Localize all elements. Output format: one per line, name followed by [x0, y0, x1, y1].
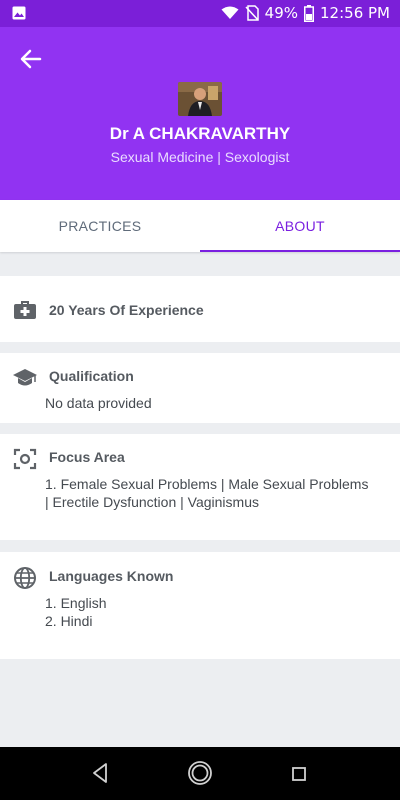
qualification-title: Qualification [49, 368, 134, 384]
image-notification-icon [12, 6, 26, 20]
medical-kit-icon [14, 301, 36, 319]
languages-list: 1. English 2. Hindi [45, 594, 370, 630]
no-sim-icon [245, 5, 259, 21]
home-circle-icon[interactable] [187, 760, 213, 786]
list-item: 2. Hindi [45, 613, 93, 629]
tab-practices[interactable]: PRACTICES [0, 200, 200, 252]
doctor-name: Dr A CHAKRAVARTHY [109, 124, 291, 143]
tab-about[interactable]: ABOUT [200, 200, 400, 252]
doctor-specialty: Sexual Medicine | Sexologist [110, 149, 290, 165]
recents-square-icon[interactable] [292, 767, 306, 781]
battery-icon [304, 4, 315, 22]
system-nav-bar [0, 747, 400, 800]
focus-area-title: Focus Area [49, 449, 125, 465]
qualification-card: Qualification No data provided [0, 353, 400, 423]
graduation-cap-icon [13, 369, 37, 386]
experience-text: 20 Years Of Experience [49, 302, 204, 318]
doctor-avatar [178, 82, 222, 116]
focus-icon [13, 448, 37, 470]
tab-bar: PRACTICES ABOUT [0, 200, 400, 252]
globe-icon [14, 567, 36, 589]
experience-card: 20 Years Of Experience [0, 276, 400, 342]
wifi-icon [221, 6, 239, 19]
list-item: 1. English [45, 595, 107, 611]
focus-area-card: Focus Area 1. Female Sexual Problems | M… [0, 434, 400, 540]
languages-title: Languages Known [49, 568, 174, 584]
clock: 12:56 PM [320, 4, 390, 22]
doctor-header: Dr A CHAKRAVARTHY Sexual Medicine | Sexo… [0, 27, 400, 200]
languages-card: Languages Known 1. English 2. Hindi [0, 552, 400, 659]
focus-area-body: 1. Female Sexual Problems | Male Sexual … [45, 476, 369, 510]
back-arrow-icon[interactable] [18, 46, 44, 72]
status-bar: 49% 12:56 PM [0, 0, 400, 27]
battery-percent: 49% [264, 4, 299, 22]
qualification-body: No data provided [45, 395, 152, 411]
back-triangle-icon[interactable] [91, 761, 109, 785]
